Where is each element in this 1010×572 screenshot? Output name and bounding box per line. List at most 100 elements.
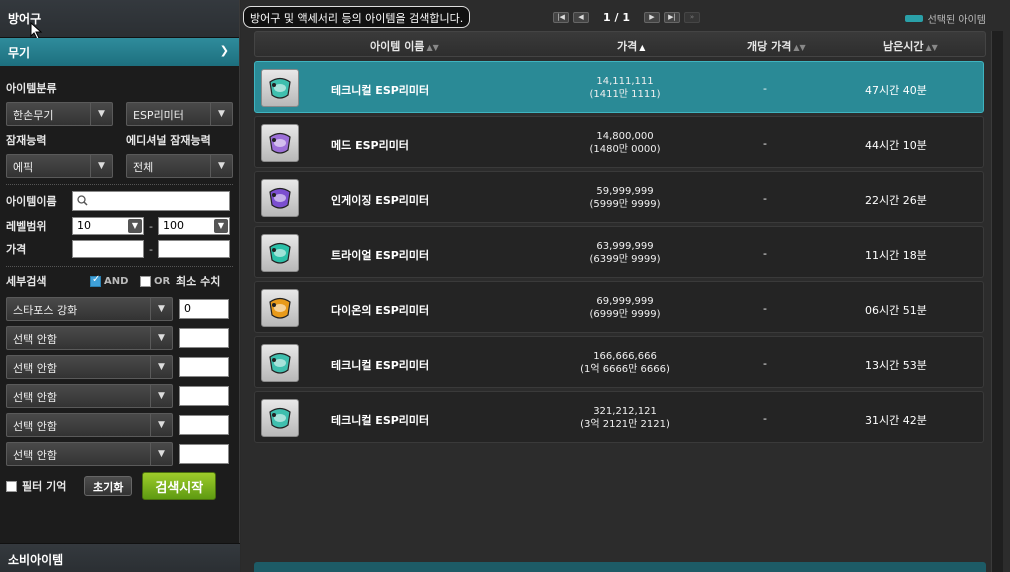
price-number: 166,666,666 [593, 351, 657, 362]
bottom-bar [254, 562, 986, 572]
price-number: 69,999,999 [596, 296, 654, 307]
chevron-down-icon: ❯ [219, 44, 229, 57]
and-checkbox[interactable] [90, 274, 101, 287]
price-korean: (5999만 9999) [589, 199, 661, 210]
esp-limiter-icon [269, 242, 291, 264]
detail-option-select[interactable]: 선택 안함 ▼ [6, 325, 173, 350]
detail-option-row: 선택 안함 ▼ [6, 352, 233, 381]
consumable-title: 소비아이템 [8, 553, 64, 567]
item-class-main-value: 한손무기 [13, 109, 54, 122]
prev-page-icon[interactable]: ◀ [573, 12, 589, 23]
potential-label: 잠재능력 [6, 134, 47, 147]
detail-option-row: 선택 안함 ▼ [6, 410, 233, 439]
esp-limiter-icon [269, 187, 291, 209]
level-max-select[interactable]: 100 ▼ [158, 217, 230, 235]
item-name-label: 아이템이름 [6, 195, 57, 208]
result-row[interactable]: 테크니컬 ESP리미터 321,212,121 (3억 2121만 2121) - 31… [254, 391, 984, 443]
or-label: OR [154, 275, 171, 287]
result-row[interactable]: 트라이얼 ESP리미터 63,999,999 (6399만 9999) - 11시간 1… [254, 226, 984, 278]
category-header-consumable[interactable]: 소비아이템 [0, 543, 240, 572]
esp-limiter-icon [269, 407, 291, 429]
price-number: 14,800,000 [596, 131, 654, 142]
result-row[interactable]: 메드 ESP리미터 14,800,000 (1480만 0000) - 44시간 10분 [254, 116, 984, 168]
item-icon-frame [261, 124, 299, 162]
price-korean: (1411만 1111) [589, 89, 661, 100]
subcategory-header-weapon[interactable]: 무기 ❯ [0, 38, 239, 66]
unit-price: - [763, 302, 767, 315]
chevron-down-icon: ▼ [150, 442, 172, 465]
item-name: 다이온의 ESP리미터 [331, 304, 430, 317]
unit-price: - [763, 412, 767, 425]
price-korean: (3억 2121만 2121) [580, 419, 670, 430]
results-toolbar: 방어구 및 액세서리 등의 아이템을 검색합니다. |◀ ◀ 1 / 1 ▶ ▶… [241, 0, 1010, 30]
price-max-input[interactable] [158, 240, 230, 258]
item-icon-frame [261, 289, 299, 327]
next-page-icon[interactable]: ▶ [643, 12, 660, 23]
subcategory-title: 무기 [8, 46, 31, 60]
esp-limiter-icon [269, 352, 291, 374]
price-number: 59,999,999 [596, 186, 654, 197]
or-checkbox[interactable] [140, 275, 151, 287]
last-page-icon[interactable]: ▶| [663, 12, 680, 23]
potential-select[interactable]: 에픽 ▼ [6, 154, 113, 178]
chevron-down-icon: ▼ [210, 155, 232, 177]
detail-min-input[interactable] [179, 414, 229, 435]
additional-potential-select[interactable]: 전체 ▼ [126, 154, 233, 178]
item-class-sub-value: ESP리미터 [133, 109, 184, 122]
level-separator: - [149, 219, 153, 233]
item-name-input[interactable] [72, 191, 230, 211]
next-group-icon[interactable]: » [683, 12, 700, 23]
first-page-icon[interactable]: |◀ [553, 12, 569, 23]
reset-button[interactable]: 초기화 [84, 476, 133, 496]
price-korean: (1억 6666만 6666) [580, 364, 670, 375]
column-header-name[interactable]: 아이템 이름 ▲▼ [370, 38, 439, 54]
detail-min-input[interactable]: 0 [179, 298, 229, 319]
item-name: 인게이징 ESP리미터 [331, 194, 430, 207]
result-row[interactable]: 다이온의 ESP리미터 69,999,999 (6999만 9999) - 06시간 5… [254, 281, 984, 333]
detail-option-select[interactable]: 선택 안함 ▼ [6, 412, 173, 437]
detail-option-select[interactable]: 선택 안함 ▼ [6, 354, 173, 379]
item-icon-frame [261, 399, 299, 437]
column-header-remaining[interactable]: 남은시간 ▲▼ [883, 38, 938, 54]
result-row[interactable]: 테크니컬 ESP리미터 14,111,111 (1411만 1111) - 47시간 4… [254, 61, 984, 113]
chevron-down-icon: ▼ [210, 103, 232, 125]
remaining-time: 06시간 51분 [865, 304, 927, 317]
detail-option-row: 선택 안함 ▼ [6, 439, 233, 468]
item-price: 166,666,666 (1억 6666만 6666) [555, 350, 695, 376]
unit-price: - [763, 82, 767, 95]
level-min-select[interactable]: 10 ▼ [72, 217, 144, 235]
detail-option-select[interactable]: 스타포스 강화 ▼ [6, 296, 173, 321]
selected-item-legend: 선택된 아이템 [904, 11, 986, 26]
item-class-main-select[interactable]: 한손무기 ▼ [6, 102, 113, 126]
price-label: 가격 [6, 243, 27, 256]
unit-price: - [763, 137, 767, 150]
item-icon-frame [261, 69, 299, 107]
detail-option-select[interactable]: 선택 안함 ▼ [6, 441, 173, 466]
price-min-input[interactable] [72, 240, 144, 258]
column-header-unit-price[interactable]: 개당 가격 ▲▼ [747, 38, 806, 54]
additional-potential-label: 에디셔널 잠재능력 [126, 134, 211, 147]
item-name: 테크니컬 ESP리미터 [331, 414, 430, 427]
result-row[interactable]: 인게이징 ESP리미터 59,999,999 (5999만 9999) - 22시간 2… [254, 171, 984, 223]
filter-memory-checkbox[interactable] [6, 480, 17, 492]
chevron-down-icon: ▼ [150, 355, 172, 378]
detail-option-select[interactable]: 선택 안함 ▼ [6, 383, 173, 408]
scrollbar[interactable] [991, 31, 1003, 572]
sort-icon: ▲▼ [793, 43, 806, 52]
detail-option-value: 선택 안함 [13, 390, 57, 404]
item-class-sub-select[interactable]: ESP리미터 ▼ [126, 102, 233, 126]
detail-option-value: 선택 안함 [13, 448, 57, 462]
detail-min-input[interactable] [179, 356, 229, 377]
item-name: 트라이얼 ESP리미터 [331, 249, 430, 262]
search-start-button[interactable]: 검색시작 [142, 472, 217, 500]
column-header-price[interactable]: 가격 ▲ [617, 38, 645, 54]
result-row[interactable]: 테크니컬 ESP리미터 166,666,666 (1억 6666만 6666) - 13… [254, 336, 984, 388]
detail-min-input[interactable] [179, 443, 229, 464]
column-remaining-label: 남은시간 [883, 40, 924, 53]
detail-min-input[interactable] [179, 385, 229, 406]
detail-min-input[interactable] [179, 327, 229, 348]
category-header-armor[interactable]: 방어구 [0, 0, 239, 40]
detail-option-value: 선택 안함 [13, 361, 57, 375]
detail-option-row: 스타포스 강화 ▼ 0 [6, 294, 233, 323]
item-name: 테크니컬 ESP리미터 [331, 359, 430, 372]
